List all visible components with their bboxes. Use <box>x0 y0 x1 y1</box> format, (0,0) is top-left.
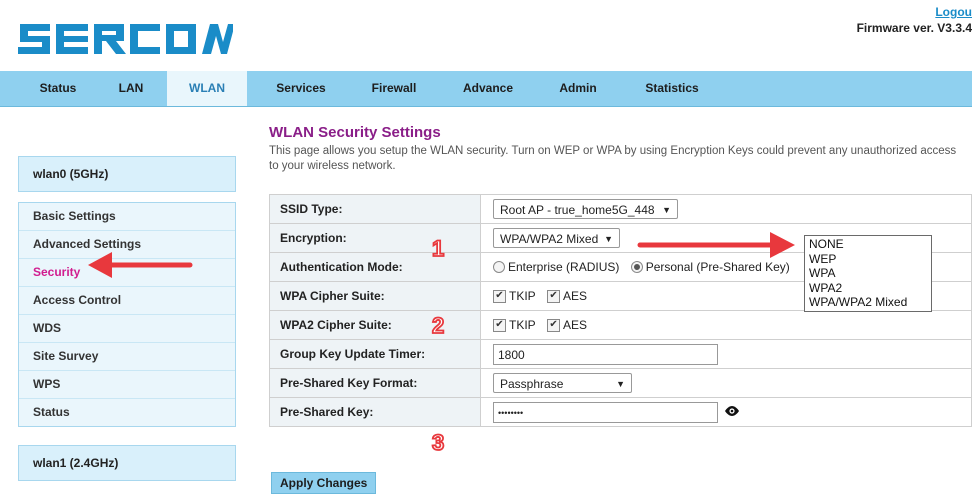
annotation-number: 3 <box>432 430 444 455</box>
annotation-number: 1 <box>432 236 444 261</box>
annotation-number: 2 <box>432 313 444 338</box>
arrow-to-security-icon <box>88 252 193 278</box>
arrow-to-dropdown-icon <box>637 232 795 258</box>
annotation-overlay: 1 2 3 <box>88 232 795 456</box>
